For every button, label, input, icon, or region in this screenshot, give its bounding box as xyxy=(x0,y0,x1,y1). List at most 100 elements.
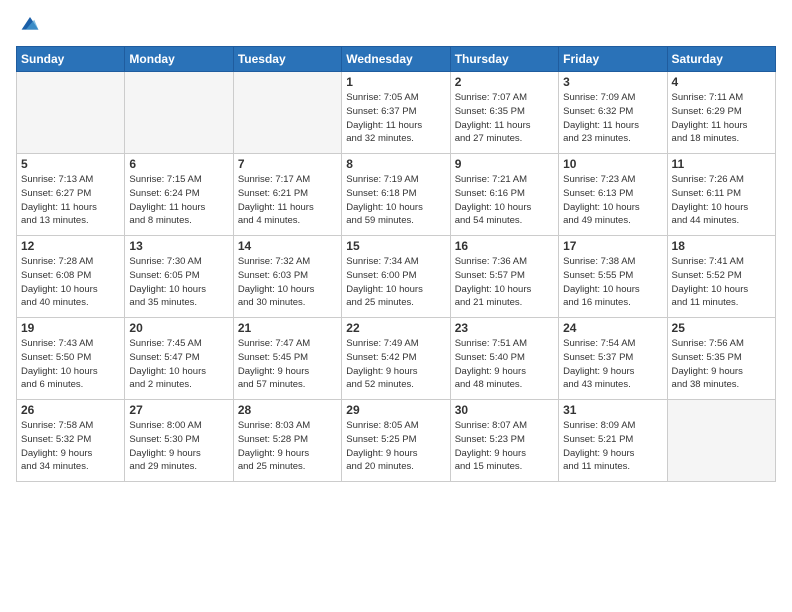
day-cell: 18 Sunrise: 7:41 AM Sunset: 5:52 PM Dayli… xyxy=(667,236,775,318)
day-info: Sunrise: 7:47 AM Sunset: 5:45 PM Dayligh… xyxy=(238,337,337,392)
day-info: Sunrise: 7:07 AM Sunset: 6:35 PM Dayligh… xyxy=(455,91,554,146)
day-cell xyxy=(233,72,341,154)
day-info: Sunrise: 7:54 AM Sunset: 5:37 PM Dayligh… xyxy=(563,337,662,392)
day-info: Sunrise: 8:05 AM Sunset: 5:25 PM Dayligh… xyxy=(346,419,445,474)
weekday-header-row: SundayMondayTuesdayWednesdayThursdayFrid… xyxy=(17,47,776,72)
day-cell: 5 Sunrise: 7:13 AM Sunset: 6:27 PM Daylig… xyxy=(17,154,125,236)
day-info: Sunrise: 8:07 AM Sunset: 5:23 PM Dayligh… xyxy=(455,419,554,474)
day-cell: 26Sunrise: 7:58 AM Sunset: 5:32 PM Dayli… xyxy=(17,400,125,482)
day-cell: 12 Sunrise: 7:28 AM Sunset: 6:08 PM Dayli… xyxy=(17,236,125,318)
day-number: 14 xyxy=(238,239,337,253)
day-info: Sunrise: 7:19 AM Sunset: 6:18 PM Dayligh… xyxy=(346,173,445,228)
weekday-header-tuesday: Tuesday xyxy=(233,47,341,72)
day-cell: 13Sunrise: 7:30 AM Sunset: 6:05 PM Dayli… xyxy=(125,236,233,318)
day-info: Sunrise: 7:11 AM Sunset: 6:29 PM Dayligh… xyxy=(672,91,771,146)
day-number: 13 xyxy=(129,239,228,253)
day-info: Sunrise: 7:17 AM Sunset: 6:21 PM Dayligh… xyxy=(238,173,337,228)
day-cell: 30 Sunrise: 8:07 AM Sunset: 5:23 PM Dayli… xyxy=(450,400,558,482)
weekday-header-friday: Friday xyxy=(559,47,667,72)
day-number: 25 xyxy=(672,321,771,335)
week-row-1: 5 Sunrise: 7:13 AM Sunset: 6:27 PM Daylig… xyxy=(17,154,776,236)
day-number: 2 xyxy=(455,75,554,89)
day-number: 18 xyxy=(672,239,771,253)
weekday-header-saturday: Saturday xyxy=(667,47,775,72)
day-number: 23 xyxy=(455,321,554,335)
day-number: 28 xyxy=(238,403,337,417)
day-info: Sunrise: 7:23 AM Sunset: 6:13 PM Dayligh… xyxy=(563,173,662,228)
day-info: Sunrise: 8:09 AM Sunset: 5:21 PM Dayligh… xyxy=(563,419,662,474)
day-cell: 7 Sunrise: 7:17 AM Sunset: 6:21 PM Daylig… xyxy=(233,154,341,236)
day-number: 21 xyxy=(238,321,337,335)
day-number: 8 xyxy=(346,157,445,171)
day-info: Sunrise: 7:15 AM Sunset: 6:24 PM Dayligh… xyxy=(129,173,228,228)
day-number: 10 xyxy=(563,157,662,171)
day-info: Sunrise: 7:21 AM Sunset: 6:16 PM Dayligh… xyxy=(455,173,554,228)
day-cell: 15Sunrise: 7:34 AM Sunset: 6:00 PM Dayli… xyxy=(342,236,450,318)
day-number: 1 xyxy=(346,75,445,89)
day-cell xyxy=(125,72,233,154)
page: SundayMondayTuesdayWednesdayThursdayFrid… xyxy=(0,0,792,612)
day-cell: 27Sunrise: 8:00 AM Sunset: 5:30 PM Dayli… xyxy=(125,400,233,482)
day-info: Sunrise: 7:56 AM Sunset: 5:35 PM Dayligh… xyxy=(672,337,771,392)
calendar-table: SundayMondayTuesdayWednesdayThursdayFrid… xyxy=(16,46,776,482)
day-info: Sunrise: 7:43 AM Sunset: 5:50 PM Dayligh… xyxy=(21,337,120,392)
day-cell: 20 Sunrise: 7:45 AM Sunset: 5:47 PM Dayli… xyxy=(125,318,233,400)
day-info: Sunrise: 7:32 AM Sunset: 6:03 PM Dayligh… xyxy=(238,255,337,310)
day-cell: 3Sunrise: 7:09 AM Sunset: 6:32 PM Daylig… xyxy=(559,72,667,154)
weekday-header-thursday: Thursday xyxy=(450,47,558,72)
day-number: 24 xyxy=(563,321,662,335)
day-info: Sunrise: 7:41 AM Sunset: 5:52 PM Dayligh… xyxy=(672,255,771,310)
day-number: 27 xyxy=(129,403,228,417)
weekday-header-wednesday: Wednesday xyxy=(342,47,450,72)
logo xyxy=(16,10,48,38)
day-info: Sunrise: 7:38 AM Sunset: 5:55 PM Dayligh… xyxy=(563,255,662,310)
week-row-3: 19 Sunrise: 7:43 AM Sunset: 5:50 PM Dayli… xyxy=(17,318,776,400)
day-cell: 21 Sunrise: 7:47 AM Sunset: 5:45 PM Dayli… xyxy=(233,318,341,400)
day-info: Sunrise: 7:49 AM Sunset: 5:42 PM Dayligh… xyxy=(346,337,445,392)
day-number: 4 xyxy=(672,75,771,89)
day-info: Sunrise: 7:05 AM Sunset: 6:37 PM Dayligh… xyxy=(346,91,445,146)
day-info: Sunrise: 7:13 AM Sunset: 6:27 PM Dayligh… xyxy=(21,173,120,228)
day-cell: 14 Sunrise: 7:32 AM Sunset: 6:03 PM Dayli… xyxy=(233,236,341,318)
day-number: 11 xyxy=(672,157,771,171)
day-cell: 22 Sunrise: 7:49 AM Sunset: 5:42 PM Dayli… xyxy=(342,318,450,400)
week-row-4: 26Sunrise: 7:58 AM Sunset: 5:32 PM Dayli… xyxy=(17,400,776,482)
day-info: Sunrise: 7:28 AM Sunset: 6:08 PM Dayligh… xyxy=(21,255,120,310)
day-cell: 9 Sunrise: 7:21 AM Sunset: 6:16 PM Daylig… xyxy=(450,154,558,236)
day-info: Sunrise: 7:45 AM Sunset: 5:47 PM Dayligh… xyxy=(129,337,228,392)
day-cell: 17 Sunrise: 7:38 AM Sunset: 5:55 PM Dayli… xyxy=(559,236,667,318)
day-number: 5 xyxy=(21,157,120,171)
day-cell: 8 Sunrise: 7:19 AM Sunset: 6:18 PM Daylig… xyxy=(342,154,450,236)
day-info: Sunrise: 8:03 AM Sunset: 5:28 PM Dayligh… xyxy=(238,419,337,474)
day-number: 6 xyxy=(129,157,228,171)
day-number: 7 xyxy=(238,157,337,171)
day-info: Sunrise: 7:26 AM Sunset: 6:11 PM Dayligh… xyxy=(672,173,771,228)
day-cell: 19 Sunrise: 7:43 AM Sunset: 5:50 PM Dayli… xyxy=(17,318,125,400)
day-number: 16 xyxy=(455,239,554,253)
day-cell: 28 Sunrise: 8:03 AM Sunset: 5:28 PM Dayli… xyxy=(233,400,341,482)
day-cell: 29Sunrise: 8:05 AM Sunset: 5:25 PM Dayli… xyxy=(342,400,450,482)
day-number: 31 xyxy=(563,403,662,417)
logo-icon xyxy=(16,10,44,38)
day-number: 19 xyxy=(21,321,120,335)
day-number: 12 xyxy=(21,239,120,253)
weekday-header-monday: Monday xyxy=(125,47,233,72)
day-info: Sunrise: 7:51 AM Sunset: 5:40 PM Dayligh… xyxy=(455,337,554,392)
day-cell: 10 Sunrise: 7:23 AM Sunset: 6:13 PM Dayli… xyxy=(559,154,667,236)
day-number: 30 xyxy=(455,403,554,417)
day-info: Sunrise: 7:58 AM Sunset: 5:32 PM Dayligh… xyxy=(21,419,120,474)
day-cell xyxy=(667,400,775,482)
day-cell: 1 Sunrise: 7:05 AM Sunset: 6:37 PM Daylig… xyxy=(342,72,450,154)
header xyxy=(16,10,776,38)
day-number: 17 xyxy=(563,239,662,253)
day-cell: 23 Sunrise: 7:51 AM Sunset: 5:40 PM Dayli… xyxy=(450,318,558,400)
day-cell: 24 Sunrise: 7:54 AM Sunset: 5:37 PM Dayli… xyxy=(559,318,667,400)
day-cell: 2 Sunrise: 7:07 AM Sunset: 6:35 PM Daylig… xyxy=(450,72,558,154)
day-info: Sunrise: 7:34 AM Sunset: 6:00 PM Dayligh… xyxy=(346,255,445,310)
day-number: 9 xyxy=(455,157,554,171)
day-number: 22 xyxy=(346,321,445,335)
day-info: Sunrise: 7:36 AM Sunset: 5:57 PM Dayligh… xyxy=(455,255,554,310)
day-number: 20 xyxy=(129,321,228,335)
day-number: 3 xyxy=(563,75,662,89)
week-row-2: 12 Sunrise: 7:28 AM Sunset: 6:08 PM Dayli… xyxy=(17,236,776,318)
